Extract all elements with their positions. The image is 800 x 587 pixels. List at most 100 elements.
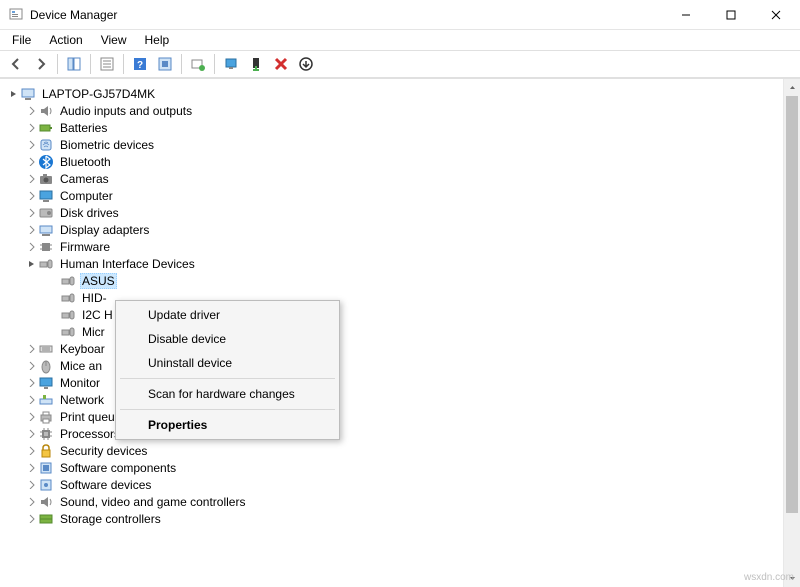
ctx-scan-hardware[interactable]: Scan for hardware changes	[118, 382, 337, 406]
expand-icon[interactable]	[24, 189, 38, 203]
collapse-icon[interactable]	[6, 87, 20, 101]
show-hide-tree-button[interactable]	[62, 52, 86, 76]
expand-icon[interactable]	[24, 342, 38, 356]
ctx-uninstall-device[interactable]: Uninstall device	[118, 351, 337, 375]
expand-icon[interactable]	[24, 461, 38, 475]
tree-item-asus-touchpad[interactable]: ASUS	[2, 272, 780, 289]
menu-file[interactable]: File	[4, 31, 39, 49]
window-title: Device Manager	[30, 8, 117, 22]
tree-label: Sound, video and game controllers	[58, 494, 247, 510]
expand-icon[interactable]	[24, 240, 38, 254]
menu-action[interactable]: Action	[41, 31, 90, 49]
storage-icon	[38, 511, 54, 527]
cpu-icon	[38, 426, 54, 442]
expand-icon[interactable]	[24, 478, 38, 492]
minimize-button[interactable]	[663, 0, 708, 30]
collapse-icon[interactable]	[24, 257, 38, 271]
ctx-update-driver[interactable]: Update driver	[118, 303, 337, 327]
expand-icon[interactable]	[24, 138, 38, 152]
monitor-icon	[38, 188, 54, 204]
help-button[interactable]: ?	[128, 52, 152, 76]
keyboard-icon	[38, 341, 54, 357]
tree-item-batteries[interactable]: Batteries	[2, 119, 780, 136]
tree-item-disk[interactable]: Disk drives	[2, 204, 780, 221]
tree-item-storage[interactable]: Storage controllers	[2, 510, 780, 527]
expand-icon[interactable]	[24, 223, 38, 237]
tree-item-audio[interactable]: Audio inputs and outputs	[2, 102, 780, 119]
tree-label: I2C H	[80, 307, 115, 323]
tree-item-swdevices[interactable]: Software devices	[2, 476, 780, 493]
expand-icon[interactable]	[24, 376, 38, 390]
expand-icon[interactable]	[24, 121, 38, 135]
expand-icon[interactable]	[24, 427, 38, 441]
tree-item-hid[interactable]: Human Interface Devices	[2, 255, 780, 272]
titlebar: Device Manager	[0, 0, 800, 30]
scrollbar-thumb[interactable]	[786, 96, 798, 513]
back-button[interactable]	[4, 52, 28, 76]
tree-label: Computer	[58, 188, 115, 204]
lock-icon	[38, 443, 54, 459]
tree-item-sound[interactable]: Sound, video and game controllers	[2, 493, 780, 510]
watermark: wsxdn.com	[744, 572, 794, 583]
toolbar-separator	[57, 54, 58, 74]
tree-item-firmware[interactable]: Firmware	[2, 238, 780, 255]
disable-device-button[interactable]	[244, 52, 268, 76]
ctx-disable-device[interactable]: Disable device	[118, 327, 337, 351]
expand-icon[interactable]	[24, 444, 38, 458]
expand-icon[interactable]	[24, 104, 38, 118]
expand-icon[interactable]	[24, 206, 38, 220]
scan-hardware-button[interactable]	[186, 52, 210, 76]
expand-icon[interactable]	[24, 512, 38, 526]
forward-button[interactable]	[29, 52, 53, 76]
menu-view[interactable]: View	[93, 31, 135, 49]
expand-icon[interactable]	[24, 410, 38, 424]
expand-icon[interactable]	[24, 393, 38, 407]
camera-icon	[38, 171, 54, 187]
expand-icon[interactable]	[24, 155, 38, 169]
no-caret	[46, 291, 60, 305]
app-icon	[8, 7, 24, 23]
computer-icon	[20, 86, 36, 102]
tree-item-computer[interactable]: Computer	[2, 187, 780, 204]
no-caret	[46, 308, 60, 322]
printer-icon	[38, 409, 54, 425]
ctx-separator	[120, 378, 335, 379]
hid-icon	[38, 256, 54, 272]
battery-icon	[38, 120, 54, 136]
tree-label: HID-	[80, 290, 109, 306]
action-button[interactable]	[153, 52, 177, 76]
tree-item-display[interactable]: Display adapters	[2, 221, 780, 238]
tree-item-security[interactable]: Security devices	[2, 442, 780, 459]
tree-item-swcomponents[interactable]: Software components	[2, 459, 780, 476]
menubar: File Action View Help	[0, 30, 800, 50]
scroll-up-button[interactable]	[784, 79, 800, 96]
tree-label: Storage controllers	[58, 511, 163, 527]
enable-device-button[interactable]	[294, 52, 318, 76]
bluetooth-icon	[38, 154, 54, 170]
tree-label: Keyboar	[58, 341, 107, 357]
expand-icon[interactable]	[24, 359, 38, 373]
properties-button[interactable]	[95, 52, 119, 76]
expand-icon[interactable]	[24, 172, 38, 186]
network-icon	[38, 392, 54, 408]
tree-item-biometric[interactable]: Biometric devices	[2, 136, 780, 153]
scrollbar-track[interactable]	[784, 96, 800, 570]
tree-label: Security devices	[58, 443, 149, 459]
update-driver-button[interactable]	[219, 52, 243, 76]
hid-device-icon	[60, 290, 76, 306]
tree-label: Display adapters	[58, 222, 151, 238]
maximize-button[interactable]	[708, 0, 753, 30]
expand-icon[interactable]	[24, 495, 38, 509]
hid-device-icon	[60, 324, 76, 340]
ctx-properties[interactable]: Properties	[118, 413, 337, 437]
uninstall-device-button[interactable]	[269, 52, 293, 76]
vertical-scrollbar[interactable]	[783, 79, 800, 587]
tree-label: Software components	[58, 460, 178, 476]
close-button[interactable]	[753, 0, 798, 30]
tree-item-bluetooth[interactable]: Bluetooth	[2, 153, 780, 170]
tree-item-cameras[interactable]: Cameras	[2, 170, 780, 187]
menu-help[interactable]: Help	[137, 31, 178, 49]
tree-label: Software devices	[58, 477, 153, 493]
toolbar-separator	[90, 54, 91, 74]
tree-root[interactable]: LAPTOP-GJ57D4MK	[2, 85, 780, 102]
